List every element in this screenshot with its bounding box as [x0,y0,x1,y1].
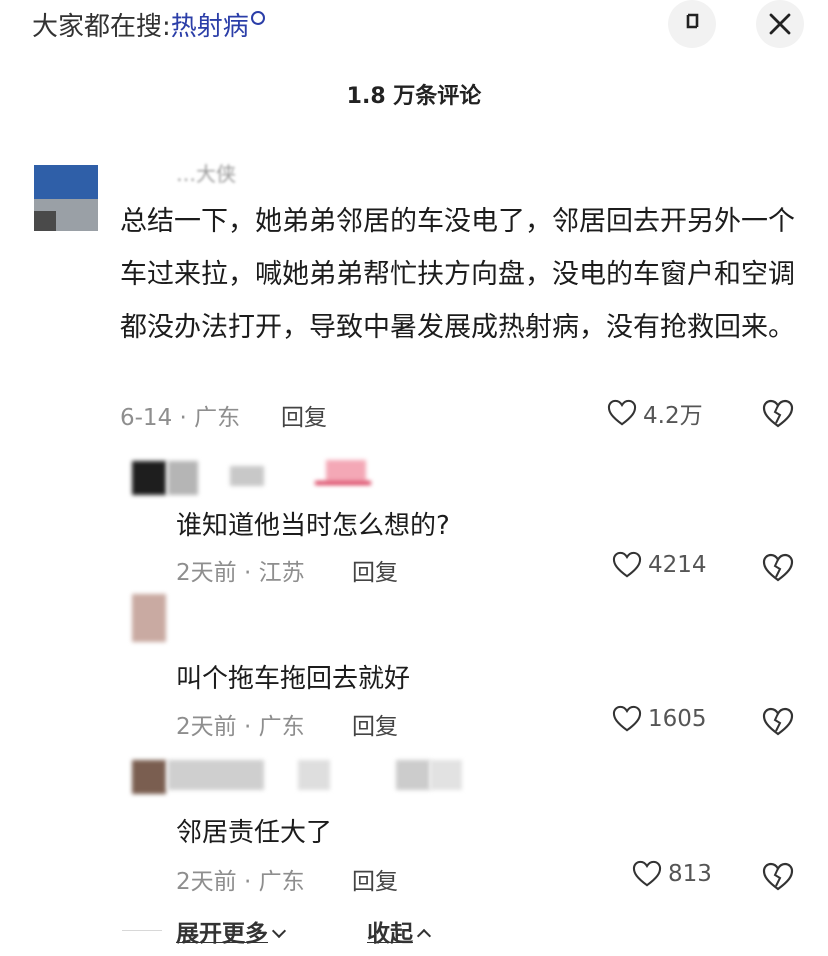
chevron-up-icon [416,928,432,944]
like-count: 813 [668,861,712,887]
avatar[interactable] [132,594,166,642]
like-button[interactable]: 1605 [612,705,707,733]
heart-icon [607,399,637,426]
avatar[interactable] [34,165,98,231]
expand-more-label: 展开更多 [176,921,268,947]
collapse-icon [686,13,699,29]
chevron-down-icon [271,923,287,939]
like-button[interactable]: 813 [632,860,712,888]
reply-author-badge [230,466,264,486]
comment-meta: 6-14 · 广东 [120,405,241,431]
reply-meta: 2天前 · 江苏 [176,560,305,586]
like-count: 4214 [648,552,707,578]
dislike-icon[interactable] [762,862,794,892]
reply-target-name [430,760,462,790]
reply-button[interactable]: 回复 [352,553,398,587]
dislike-icon[interactable] [762,553,794,583]
like-button[interactable]: 4.2万 [607,396,703,430]
heart-icon [612,705,642,732]
expand-more-button[interactable]: 展开更多 [176,914,287,948]
hot-search-keyword[interactable]: 热射病 [171,12,249,42]
close-icon [769,13,791,35]
reply-text: 谁知道他当时怎么想的? [176,511,450,541]
comment-count-title: 1.8 万条评论 [346,84,482,109]
heart-icon [632,860,662,887]
like-count: 1605 [648,706,707,732]
divider [122,930,162,931]
hot-search-bar[interactable]: 大家都在搜:热射病 [32,6,265,43]
like-button[interactable]: 4214 [612,551,707,579]
reply-button[interactable]: 回复 [352,862,398,896]
hot-search-prefix: 大家都在搜: [32,12,171,42]
reply-target-avatar [396,760,430,790]
reply-author-badge [298,760,330,790]
comment-text: 总结一下，她弟弟邻居的车没电了，邻居回去开另外一个车过来拉，喊她弟弟帮忙扶方向盘… [120,206,795,343]
reply-text: 邻居责任大了 [176,818,333,848]
reply-meta: 2天前 · 广东 [176,869,305,895]
collapse-replies-button[interactable]: 收起 [367,914,432,948]
collapse-button[interactable] [668,0,716,48]
reply-button[interactable]: 回复 [352,707,398,741]
avatar[interactable] [132,461,166,495]
reply-button[interactable]: 回复 [281,398,327,432]
like-count: 4.2万 [643,403,703,429]
dislike-icon[interactable] [762,707,794,737]
collapse-label: 收起 [367,921,413,947]
close-button[interactable] [756,0,804,48]
comment-author[interactable]: …大侠 [176,158,236,187]
reply-target-avatar [326,460,366,482]
reply-text: 叫个拖车拖回去就好 [176,664,411,694]
avatar[interactable] [132,760,166,794]
reply-author[interactable] [168,461,198,495]
reply-author[interactable] [168,760,264,790]
heart-icon [612,551,642,578]
reply-target-underline [315,481,371,485]
reply-meta: 2天前 · 广东 [176,714,305,740]
search-icon [250,11,265,25]
dislike-icon[interactable] [762,399,794,429]
